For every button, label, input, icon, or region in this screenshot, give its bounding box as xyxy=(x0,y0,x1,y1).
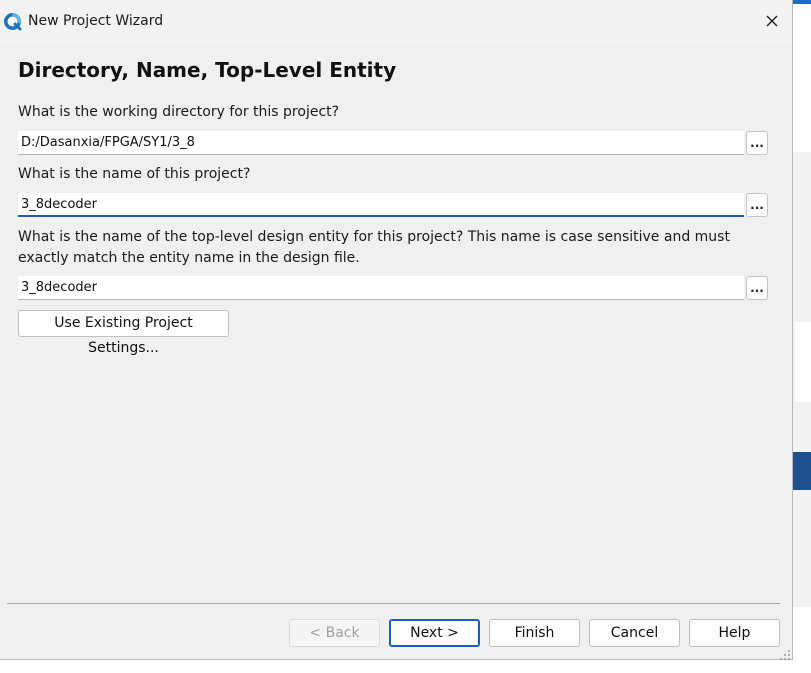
new-project-wizard-dialog: New Project Wizard Directory, Name, Top-… xyxy=(0,0,793,660)
top-level-entity-label: What is the name of the top-level design… xyxy=(18,229,730,266)
background-title-bar xyxy=(793,0,811,4)
directory-label: What is the working directory for this p… xyxy=(18,104,340,120)
close-button[interactable] xyxy=(752,6,792,36)
finish-button[interactable]: Finish xyxy=(489,619,580,647)
window-title: New Project Wizard xyxy=(28,13,164,29)
top-level-entity-input[interactable]: 3_8decoder xyxy=(18,276,744,300)
use-existing-project-settings-button[interactable]: Use Existing Project Settings... xyxy=(18,310,229,356)
next-button[interactable]: Next > xyxy=(389,619,480,647)
cancel-button[interactable]: Cancel xyxy=(589,619,680,647)
project-name-browse-button[interactable]: ... xyxy=(746,193,768,217)
page-title: Directory, Name, Top-Level Entity xyxy=(18,58,397,82)
close-icon xyxy=(766,12,778,31)
project-name-label: What is the name of this project? xyxy=(18,166,251,182)
background-panel xyxy=(793,152,811,607)
top-level-entity-browse-button[interactable]: ... xyxy=(746,276,768,300)
title-bar[interactable]: New Project Wizard xyxy=(0,0,792,42)
help-button[interactable]: Help xyxy=(689,619,780,647)
directory-browse-button[interactable]: ... xyxy=(746,131,768,155)
resize-grip-icon[interactable] xyxy=(779,646,791,660)
footer-divider xyxy=(7,603,780,604)
quartus-logo-icon xyxy=(3,12,22,31)
back-button[interactable]: < Back xyxy=(289,619,380,647)
background-blue-bar xyxy=(793,452,811,490)
directory-input[interactable]: D:/Dasanxia/FPGA/SY1/3_8 xyxy=(18,131,744,155)
background-panel-content xyxy=(795,322,811,402)
background-application xyxy=(793,0,811,673)
project-name-input[interactable]: 3_8decoder xyxy=(18,193,744,217)
